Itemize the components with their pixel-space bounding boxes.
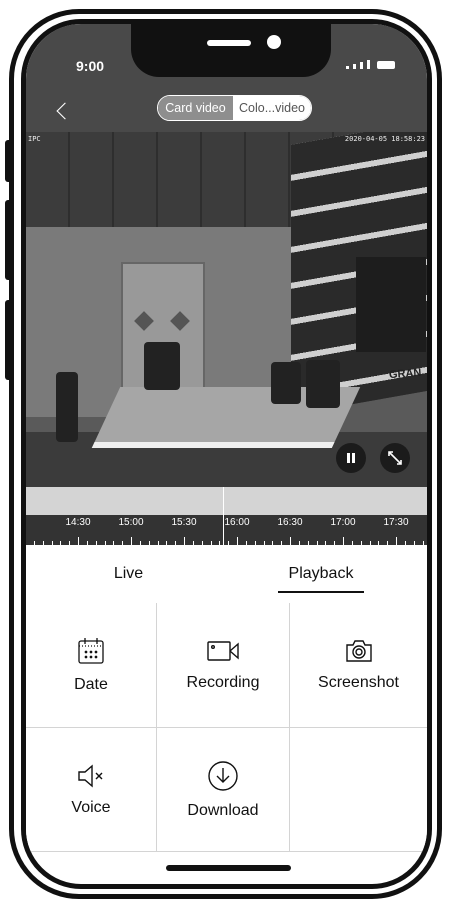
fullscreen-icon xyxy=(388,451,402,465)
status-icons xyxy=(346,60,395,69)
timeline-tick xyxy=(237,537,238,545)
card-video-tab[interactable]: Card video xyxy=(158,96,233,120)
video-chair xyxy=(56,372,78,442)
side-button xyxy=(5,200,12,280)
pause-icon xyxy=(347,453,355,463)
voice-button[interactable]: Voice xyxy=(26,728,156,851)
timeline-tick xyxy=(343,537,344,545)
side-button xyxy=(5,300,12,380)
calendar-icon xyxy=(78,638,104,664)
timeline-tick xyxy=(78,537,79,545)
home-indicator[interactable] xyxy=(166,865,291,871)
cloud-video-tab[interactable]: Colo...video xyxy=(233,96,311,120)
timeline-label: 15:30 xyxy=(171,517,197,528)
download-icon xyxy=(208,760,238,791)
tab-playback[interactable]: Playback xyxy=(231,545,411,603)
tab-live[interactable]: Live xyxy=(26,545,231,603)
speaker xyxy=(207,40,251,46)
front-camera xyxy=(267,35,281,49)
action-grid: Date Recording Screenshot Voice Download xyxy=(26,603,427,852)
timeline-tick xyxy=(131,537,132,545)
timeline-tick xyxy=(396,537,397,545)
video-monitor xyxy=(356,257,426,352)
video-chair xyxy=(144,342,180,390)
battery-icon xyxy=(377,61,395,69)
screenshot-button[interactable]: Screenshot xyxy=(290,603,427,727)
video-source-toggle: Card video Colo...video xyxy=(157,95,312,121)
timeline-label: 14:30 xyxy=(65,517,91,528)
timeline-cursor[interactable] xyxy=(223,487,224,545)
signal-icon xyxy=(346,66,349,69)
date-button[interactable]: Date xyxy=(26,603,156,727)
video-camera-icon xyxy=(207,641,239,661)
timeline-label: 16:30 xyxy=(277,517,303,528)
phone-screen: 9:00 Card video Colo...video IPC 2020-04… xyxy=(21,19,432,889)
screenshot-label: Screenshot xyxy=(318,674,399,691)
camera-icon xyxy=(345,640,372,662)
timeline-track[interactable] xyxy=(26,487,427,515)
video-chair xyxy=(271,362,301,404)
timeline-tick xyxy=(184,537,185,545)
date-label: Date xyxy=(74,676,108,693)
timeline-scale: 14:30 15:00 15:30 16:00 16:30 17:00 17:30 xyxy=(26,515,427,545)
video-overlay-label: IPC xyxy=(28,135,41,143)
side-button xyxy=(5,140,12,182)
status-time: 9:00 xyxy=(76,58,105,74)
recording-button[interactable]: Recording xyxy=(157,603,289,727)
video-player[interactable]: IPC 2020-04-05 18:58:23 GRAN xyxy=(26,132,427,487)
download-button[interactable]: Download xyxy=(157,728,289,851)
recording-label: Recording xyxy=(186,674,260,691)
speaker-mute-icon xyxy=(78,763,103,788)
video-sign: GRAN xyxy=(388,366,422,382)
notch xyxy=(131,24,331,77)
pause-button[interactable] xyxy=(336,443,366,473)
timeline-label: 16:00 xyxy=(224,517,250,528)
mode-tabs: Live Playback xyxy=(26,545,427,604)
timeline-label: 17:30 xyxy=(383,517,409,528)
timeline-label: 15:00 xyxy=(118,517,144,528)
video-timestamp: 2020-04-05 18:58:23 xyxy=(344,135,425,143)
timeline-tick xyxy=(290,537,291,545)
timeline-label: 17:00 xyxy=(330,517,356,528)
playback-timeline[interactable]: 14:30 15:00 15:30 16:00 16:30 17:00 17:30 xyxy=(26,487,427,545)
tab-active-indicator xyxy=(278,591,364,593)
download-label: Download xyxy=(187,801,259,819)
fullscreen-button[interactable] xyxy=(380,443,410,473)
video-chair xyxy=(306,360,340,408)
voice-label: Voice xyxy=(71,798,111,816)
timeline-tick xyxy=(431,541,432,545)
